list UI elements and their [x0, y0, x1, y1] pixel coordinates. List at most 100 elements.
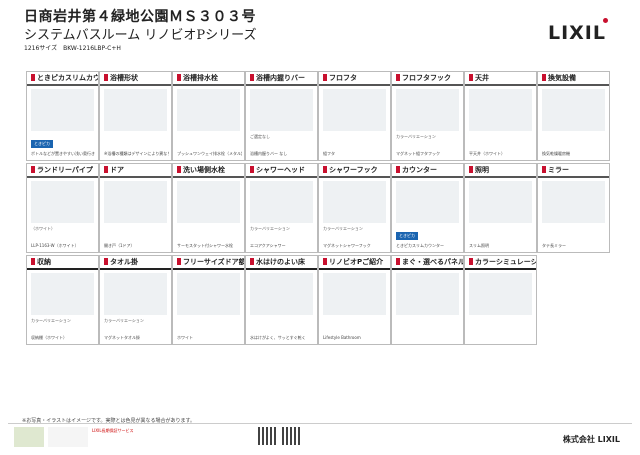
- spec-card: タオル掛 カラーバリエーション マグネットタオル掛: [99, 255, 172, 345]
- card-title-text: ランドリーパイプ: [37, 166, 93, 174]
- title-marker-icon: [104, 258, 108, 265]
- product-image: [542, 181, 605, 223]
- product-image: [31, 273, 94, 315]
- card-caption: 浴槽内握りバー なし: [250, 151, 288, 156]
- eco-logo-icon: [14, 427, 44, 447]
- card-title-text: 天井: [475, 74, 489, 82]
- card-caption: 組フタ: [323, 151, 335, 156]
- card-title: 洗い場側水栓: [173, 164, 244, 178]
- product-image: [250, 181, 313, 223]
- card-subcaption: （ホワイト）: [31, 226, 55, 231]
- spec-card: リノビオPご紹介 Lifestyle Bathroom: [318, 255, 391, 345]
- card-caption: 開き戸（1ドア）: [104, 243, 135, 248]
- spec-card: ときピカスリムカウンターときピカボトルなどが置きやすい浅い奥行き: [26, 71, 99, 161]
- card-caption: 収納棚（ホワイト）: [31, 335, 67, 340]
- logo-dot-icon: [603, 18, 608, 23]
- card-title: 浴槽形状: [100, 72, 171, 86]
- spec-card: 浴槽排水栓 プッシュワンウェイ排水栓（メタル調）: [172, 71, 245, 161]
- spec-card: フロフタ組フタ: [318, 71, 391, 161]
- card-title-text: ときピカスリムカウンター: [37, 74, 99, 82]
- service-label: LIXIL長期保証サービス: [92, 428, 134, 433]
- card-title-text: タオル掛: [110, 258, 138, 266]
- title-marker-icon: [323, 166, 327, 173]
- spec-card: まぐ・選べるパネルッパサイト: [391, 255, 464, 345]
- product-image: [250, 89, 313, 131]
- card-caption: プッシュワンウェイ排水栓（メタル調）: [177, 151, 242, 156]
- card-caption: 平天井（ホワイト）: [469, 151, 505, 156]
- title-marker-icon: [104, 74, 108, 81]
- product-image: [396, 181, 459, 223]
- card-caption: ときピカスリムカウンター: [396, 243, 444, 248]
- title-marker-icon: [396, 166, 400, 173]
- card-title: 天井: [465, 72, 536, 86]
- spec-card: ドア開き戸（1ドア）: [99, 163, 172, 253]
- brand-logo: LIXIL: [547, 22, 606, 44]
- card-subcaption: カラーバリエーション: [323, 226, 363, 231]
- product-image: [469, 273, 532, 315]
- product-image: [177, 89, 240, 131]
- title-marker-icon: [542, 74, 546, 81]
- model-size: 1216サイズ BKW-1216LBP-C+H: [24, 45, 121, 52]
- card-title: タオル掛: [100, 256, 171, 270]
- spec-card: カウンター ときピカ ときピカスリムカウンター: [391, 163, 464, 253]
- card-title-text: ミラー: [548, 166, 569, 174]
- product-image: [323, 89, 386, 131]
- card-title: フロフタ: [319, 72, 390, 86]
- card-caption: ホワイト: [177, 335, 193, 340]
- card-title-text: まぐ・選べるパネルッパサイト: [402, 258, 463, 266]
- card-title-text: ドア: [110, 166, 124, 174]
- warranty-badge: [48, 427, 88, 447]
- title-marker-icon: [250, 258, 254, 265]
- card-caption: ※浴槽の種類はデザインにより異なります: [104, 151, 169, 156]
- product-image: [31, 89, 94, 131]
- spec-card: ミラータテ長ミラー: [537, 163, 610, 253]
- card-title: リノビオPご紹介: [319, 256, 390, 270]
- title-marker-icon: [31, 74, 35, 81]
- spec-card: フリーサイズドア額縁ホワイト: [172, 255, 245, 345]
- card-title-text: シャワーヘッド: [256, 166, 305, 174]
- product-image: [323, 273, 386, 315]
- product-image: [323, 181, 386, 223]
- spec-card: 照明 スリム照明: [464, 163, 537, 253]
- card-caption: エコアクアシャワー: [250, 243, 286, 248]
- card-title: シャワーヘッド: [246, 164, 317, 178]
- spec-card: フロフタフック カラーバリエーション マグネット組フタフック: [391, 71, 464, 161]
- card-title: まぐ・選べるパネルッパサイト: [392, 256, 463, 270]
- footer: LIXIL長期保証サービス 株式会社 LIXIL: [8, 423, 632, 452]
- card-title: ミラー: [538, 164, 609, 178]
- card-title: 水はけのよい床: [246, 256, 317, 270]
- card-title-text: リノビオPご紹介: [329, 258, 384, 266]
- card-title-text: 収納: [37, 258, 51, 266]
- qr-code-icon: [282, 427, 300, 445]
- property-name: 日商岩井第４緑地公園ＭＳ３０３号: [24, 9, 256, 25]
- card-title-text: フロフタ: [329, 74, 357, 82]
- card-title-text: 洗い場側水栓: [183, 166, 225, 174]
- header: 日商岩井第４緑地公園ＭＳ３０３号 システムバスルーム リノビオPシリーズ 121…: [0, 0, 640, 62]
- card-title-text: 浴槽内握りバー: [256, 74, 305, 82]
- title-marker-icon: [469, 74, 473, 81]
- company-name: 株式会社 LIXIL: [562, 435, 620, 444]
- spec-card: 換気設備 換気乾燥暖房機: [537, 71, 610, 161]
- card-caption: マグネットシャワーフック: [323, 243, 371, 248]
- title-marker-icon: [177, 74, 181, 81]
- title-marker-icon: [469, 258, 473, 265]
- card-subcaption: カラーバリエーション: [396, 134, 436, 139]
- card-title-text: 照明: [475, 166, 489, 174]
- card-subcaption: カラーバリエーション: [31, 318, 71, 323]
- title-marker-icon: [396, 74, 400, 81]
- title-marker-icon: [469, 166, 473, 173]
- card-caption: 換気乾燥暖房機: [542, 151, 570, 156]
- card-caption: Lifestyle Bathroom: [323, 335, 361, 340]
- spec-card: シャワーフックカラーバリエーションマグネットシャワーフック: [318, 163, 391, 253]
- spec-card: 洗い場側水栓 サーモスタット付シャワー水栓: [172, 163, 245, 253]
- card-caption: タテ長ミラー: [542, 243, 566, 248]
- product-image: [104, 89, 167, 131]
- card-title: シャワーフック: [319, 164, 390, 178]
- title-marker-icon: [177, 258, 181, 265]
- card-title: フリーサイズドア額縁: [173, 256, 244, 270]
- card-title-text: フロフタフック: [402, 74, 451, 82]
- card-subcaption: カラーバリエーション: [250, 226, 290, 231]
- card-title-text: フリーサイズドア額縁: [183, 258, 245, 266]
- title-marker-icon: [177, 166, 181, 173]
- card-title-text: カラーシミュレーション: [475, 258, 537, 266]
